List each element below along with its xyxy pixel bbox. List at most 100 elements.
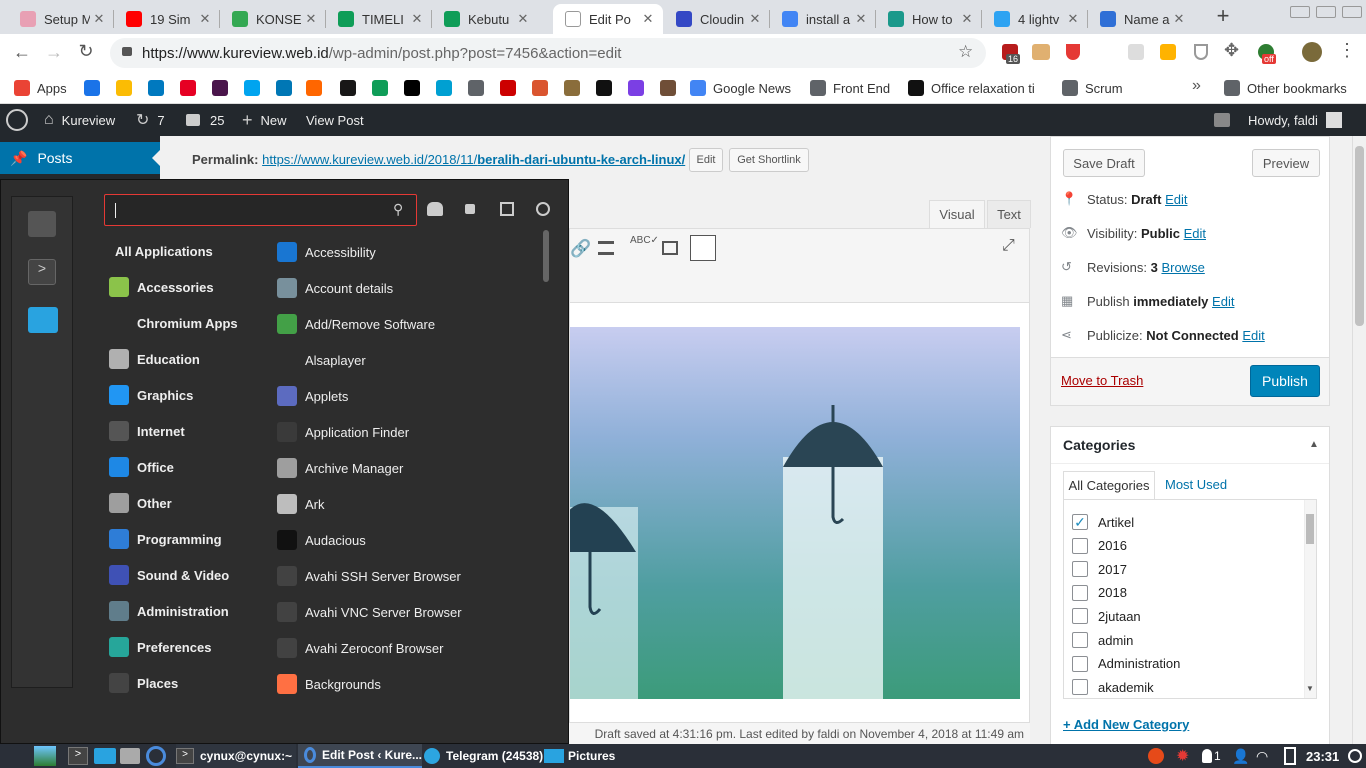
- browse-revisions-link[interactable]: Browse: [1161, 260, 1204, 275]
- comments-link[interactable]: 25: [186, 104, 224, 136]
- bookmark-item[interactable]: [500, 78, 523, 98]
- close-tab-icon[interactable]: ✕: [1064, 11, 1082, 27]
- bookmark-item[interactable]: Google News: [690, 78, 791, 98]
- bookmark-item[interactable]: [564, 78, 587, 98]
- log-out-icon[interactable]: [500, 202, 514, 216]
- new-content-link[interactable]: + New: [242, 104, 287, 136]
- updates-link[interactable]: ↻ 7: [136, 104, 165, 136]
- minimize-window-button[interactable]: [1290, 6, 1310, 18]
- menu-app-item[interactable]: Audacious: [277, 522, 366, 558]
- tab-most-used[interactable]: Most Used: [1165, 477, 1227, 492]
- form-icon[interactable]: [662, 241, 678, 255]
- menu-category[interactable]: Programming: [109, 521, 222, 557]
- bookmark-item[interactable]: Apps: [14, 78, 67, 98]
- preview-button[interactable]: Preview: [1252, 149, 1320, 177]
- menu-category[interactable]: Sound & Video: [109, 557, 229, 593]
- close-tab-icon[interactable]: ✕: [958, 11, 976, 27]
- menu-category[interactable]: Education: [109, 341, 200, 377]
- bookmark-item[interactable]: Scrum: [1062, 78, 1123, 98]
- new-tab-button[interactable]: +: [1212, 4, 1234, 30]
- browser-tab[interactable]: Cloudin ✕: [664, 4, 770, 34]
- menu-category[interactable]: Graphics: [109, 377, 193, 413]
- bookmark-item[interactable]: [276, 78, 299, 98]
- scrollbar-thumb[interactable]: [1355, 146, 1364, 326]
- folder-icon[interactable]: [94, 744, 116, 768]
- extension-icon[interactable]: [1128, 44, 1144, 60]
- battery-icon[interactable]: [1284, 744, 1296, 768]
- category-checkbox[interactable]: [1072, 632, 1088, 648]
- settings-tray-icon[interactable]: ✹: [1176, 744, 1189, 768]
- menu-category[interactable]: Chromium Apps: [109, 305, 238, 341]
- url-bar[interactable]: https://www.kureview.web.id/wp-admin/pos…: [110, 38, 986, 68]
- category-list[interactable]: ✓ Artikel 2016 2017 2018 2jutaan admin Administ…: [1063, 499, 1317, 699]
- move-icon[interactable]: ✥: [1224, 40, 1239, 61]
- category-checkbox[interactable]: [1072, 561, 1088, 578]
- task-terminal[interactable]: > cynux@cynux:~: [176, 744, 296, 768]
- menu-category[interactable]: Accessories: [109, 269, 214, 305]
- publish-button[interactable]: Publish: [1250, 365, 1320, 397]
- category-checkbox[interactable]: [1072, 608, 1088, 625]
- bookmark-item[interactable]: [116, 78, 139, 98]
- tab-all-categories[interactable]: All Categories: [1063, 471, 1155, 499]
- bookmark-item[interactable]: [660, 78, 683, 98]
- back-icon[interactable]: ←: [12, 42, 32, 62]
- star-icon[interactable]: ☆: [958, 42, 973, 62]
- browser-tab[interactable]: Edit Po ✕: [553, 4, 663, 34]
- bookmark-item[interactable]: [532, 78, 555, 98]
- task-pictures[interactable]: Pictures: [544, 744, 624, 768]
- browser-tab[interactable]: KONSE ✕: [220, 4, 326, 34]
- menu-category[interactable]: Other: [109, 485, 172, 521]
- scrollbar-thumb[interactable]: [1306, 514, 1314, 544]
- settings-icon[interactable]: [28, 211, 56, 237]
- edit-permalink-button[interactable]: Edit: [689, 148, 723, 172]
- bookmark-item[interactable]: [84, 78, 107, 98]
- menu-app-item[interactable]: Accessibility: [277, 234, 376, 270]
- wifi-icon[interactable]: ◠: [1256, 744, 1268, 768]
- menu-category[interactable]: Administration: [109, 593, 229, 629]
- fullscreen-icon[interactable]: ⤢: [1002, 237, 1015, 255]
- category-item[interactable]: Administration: [1072, 655, 1180, 672]
- task-telegram[interactable]: Telegram (24538): [424, 744, 544, 768]
- other-bookmarks[interactable]: Other bookmarks: [1224, 78, 1347, 98]
- notification-icon[interactable]: 1: [1202, 744, 1221, 768]
- close-tab-icon[interactable]: ✕: [852, 11, 870, 27]
- browser-tab[interactable]: TIMELI ✕: [326, 4, 432, 34]
- menu-app-item[interactable]: Add/Remove Software: [277, 306, 435, 342]
- power-icon[interactable]: [1348, 744, 1362, 768]
- close-tab-icon[interactable]: ✕: [196, 11, 214, 27]
- folder-icon[interactable]: [28, 307, 58, 333]
- spellcheck-icon[interactable]: ABC✓: [630, 235, 659, 246]
- toolbar-toggle-icon[interactable]: [690, 235, 716, 261]
- menu-category[interactable]: Places: [109, 665, 178, 701]
- category-item[interactable]: 2017: [1072, 561, 1127, 578]
- close-tab-icon[interactable]: ✕: [90, 11, 108, 27]
- menu-category[interactable]: Office: [109, 449, 174, 485]
- edit-visibility-link[interactable]: Edit: [1184, 226, 1206, 241]
- shield-icon[interactable]: [1066, 44, 1080, 60]
- bookmark-item[interactable]: [372, 78, 395, 98]
- browser-tab[interactable]: install a ✕: [770, 4, 876, 34]
- sidebar-item-posts[interactable]: 📌 Posts: [0, 142, 160, 174]
- close-window-button[interactable]: [1342, 6, 1362, 18]
- menu-app-item[interactable]: Applets: [277, 378, 348, 414]
- bookmark-item[interactable]: [212, 78, 235, 98]
- app-search-input[interactable]: ⚲: [104, 194, 417, 226]
- browser-tab[interactable]: Setup M ✕: [8, 4, 114, 34]
- app-menu-button[interactable]: [34, 744, 56, 768]
- bookmark-item[interactable]: [628, 78, 651, 98]
- category-checkbox[interactable]: [1072, 679, 1088, 696]
- site-name-link[interactable]: ⌂ Kureview: [44, 104, 115, 136]
- maximize-window-button[interactable]: [1316, 6, 1336, 18]
- bookmark-item[interactable]: [404, 78, 427, 98]
- printer-icon[interactable]: [120, 744, 140, 768]
- menu-category[interactable]: Preferences: [109, 629, 211, 665]
- bookmark-item[interactable]: Front End: [810, 78, 890, 98]
- menu-app-item[interactable]: Account details: [277, 270, 393, 306]
- forward-icon[interactable]: →: [44, 42, 64, 62]
- menu-app-item[interactable]: Avahi VNC Server Browser: [277, 594, 462, 630]
- bookmark-item[interactable]: [148, 78, 171, 98]
- bookmark-item[interactable]: [180, 78, 203, 98]
- category-item[interactable]: 2jutaan: [1072, 608, 1141, 625]
- reload-icon[interactable]: ↻: [76, 41, 96, 61]
- tab-text[interactable]: Text: [987, 200, 1031, 228]
